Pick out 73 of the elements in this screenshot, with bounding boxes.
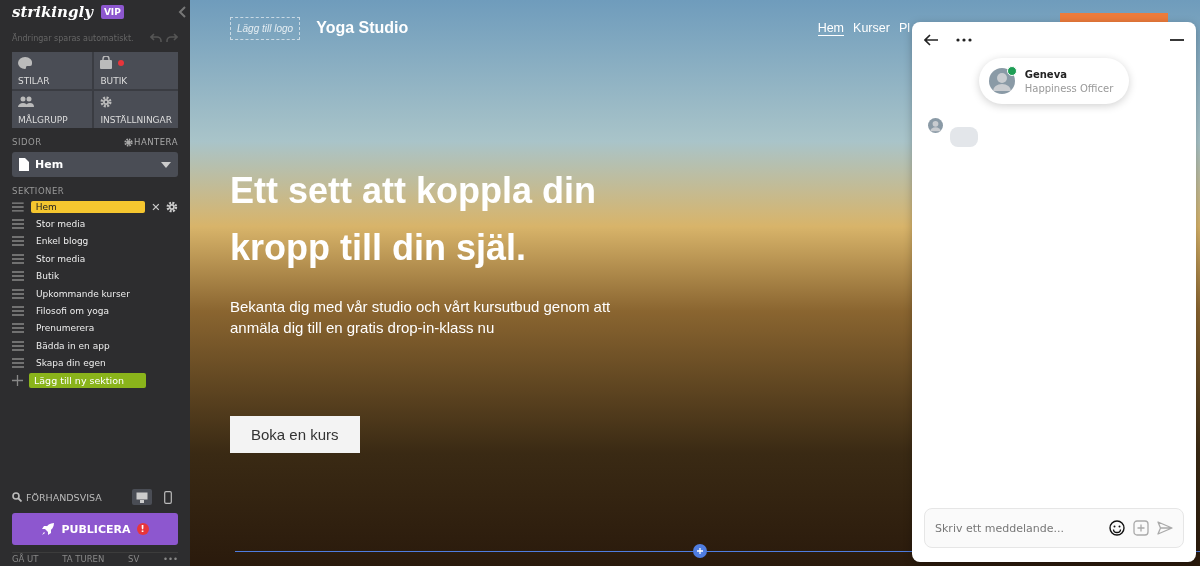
preview-link[interactable]: FÖRHANDSVISA xyxy=(12,491,126,503)
avatar-icon xyxy=(928,118,943,133)
pages-label: SIDOR xyxy=(12,137,42,147)
footer-link[interactable]: TA TUREN xyxy=(62,554,105,566)
drag-handle-icon[interactable] xyxy=(12,358,24,369)
emoji-icon[interactable] xyxy=(1109,520,1125,536)
agent-name: Geneva xyxy=(1024,68,1068,80)
footer-link[interactable]: ••• xyxy=(162,554,178,566)
more-icon[interactable] xyxy=(956,38,972,42)
send-icon[interactable] xyxy=(1157,521,1173,535)
gear-icon xyxy=(100,95,113,108)
mobile-icon xyxy=(164,490,172,504)
hero-heading: Ett sett att koppla din kropp till din själ. xyxy=(230,169,597,270)
hero-subheading: Bekanta dig med vår studio och vårt kursutbud genom att anmäla dig till en gratis drop-in-klass nu xyxy=(230,297,612,338)
drag-handle-icon[interactable] xyxy=(12,340,24,351)
drag-handle-icon[interactable] xyxy=(12,236,24,247)
close-icon[interactable] xyxy=(151,202,160,211)
site-title: Yoga Studio xyxy=(316,19,409,37)
tool-button[interactable]: INSTÄLLNINGAR xyxy=(94,91,178,128)
avatar-icon xyxy=(988,68,1015,94)
section-item[interactable]: Filosofi om yoga xyxy=(31,305,148,318)
page-dropdown[interactable]: Hem xyxy=(12,152,178,177)
drag-handle-icon[interactable] xyxy=(12,201,24,212)
rocket-icon xyxy=(41,522,56,536)
attach-icon[interactable] xyxy=(1133,520,1149,536)
drag-handle-icon[interactable] xyxy=(12,306,24,317)
section-item[interactable]: Enkel blogg xyxy=(31,235,148,248)
drag-handle-icon[interactable] xyxy=(12,288,24,299)
collapse-icon[interactable] xyxy=(178,6,186,18)
caret-icon xyxy=(161,161,171,168)
section-item[interactable]: Stor media xyxy=(31,252,148,265)
drag-handle-icon[interactable] xyxy=(12,253,24,264)
section-item[interactable]: Upkommande kurser xyxy=(31,287,148,300)
device-toggle[interactable] xyxy=(132,489,152,505)
tool-button[interactable]: STILAR xyxy=(12,52,93,89)
desktop-icon xyxy=(136,491,148,503)
section-item[interactable]: Skapa din egen xyxy=(31,357,148,370)
plus-icon xyxy=(12,375,23,387)
drag-handle-icon[interactable] xyxy=(12,219,24,230)
add-section-handle[interactable] xyxy=(693,544,707,558)
back-arrow-icon[interactable] xyxy=(924,34,938,46)
gear-icon xyxy=(124,137,133,147)
nav-cta-button[interactable] xyxy=(1060,13,1168,23)
undo-icon[interactable] xyxy=(150,33,162,43)
message-input[interactable]: Skriv ett meddelande... xyxy=(933,520,1101,536)
footer-link[interactable]: GÅ UT xyxy=(12,554,39,566)
agent-role: Happiness Officer xyxy=(1024,82,1114,94)
manage-link[interactable]: HANTERA xyxy=(124,137,178,147)
section-item[interactable]: Butik xyxy=(31,270,148,283)
footer-link[interactable]: SV xyxy=(128,554,140,566)
book-button[interactable]: Boka en kurs xyxy=(230,416,360,453)
bag-icon xyxy=(100,56,113,69)
brand-logo: strikingly xyxy=(12,3,93,21)
section-item[interactable]: Hem xyxy=(30,200,145,213)
page-icon xyxy=(19,158,29,171)
people-icon xyxy=(18,96,34,107)
palette-icon xyxy=(18,56,32,69)
tool-button[interactable]: BUTIK xyxy=(94,52,178,89)
settings-icon[interactable] xyxy=(166,200,178,213)
drag-handle-icon[interactable] xyxy=(12,271,24,282)
plus-icon xyxy=(697,548,703,554)
redo-icon[interactable] xyxy=(166,33,178,43)
alert-badge: ! xyxy=(136,523,149,535)
section-item[interactable]: Bädda in en app xyxy=(31,339,148,352)
section-item[interactable]: Prenumerera xyxy=(31,322,148,335)
section-item[interactable]: Stor media xyxy=(31,218,148,231)
typing-bubble xyxy=(950,127,978,147)
vip-badge: VIP xyxy=(100,5,124,19)
drag-handle-icon[interactable] xyxy=(12,323,24,334)
tool-button[interactable]: MÅLGRUPP xyxy=(12,91,93,128)
publish-button[interactable]: PUBLICERA ! xyxy=(12,513,178,545)
sections-label: SEKTIONER xyxy=(12,186,66,196)
search-icon xyxy=(12,492,22,502)
